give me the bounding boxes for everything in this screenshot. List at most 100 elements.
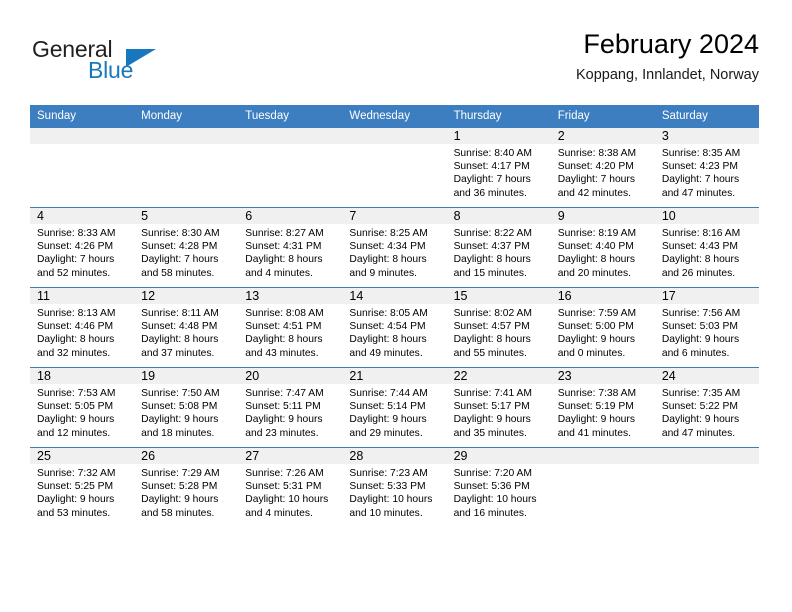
day-detail-line: Sunrise: 8:16 AM: [661, 228, 741, 239]
day-detail-line: Sunrise: 8:19 AM: [557, 228, 637, 239]
day-detail-line: Sunrise: 7:23 AM: [349, 468, 428, 479]
calendar-day-cell[interactable]: 8 Sunrise: 8:22 AM Sunset: 4:37 PM Daylight…: [446, 207, 551, 288]
calendar-day-cell[interactable]: 5 Sunrise: 8:30 AM Sunset: 4:28 PM Daylight…: [134, 207, 239, 288]
day-number: 25: [30, 448, 135, 464]
calendar-day-cell[interactable]: 26 Sunrise: 7:29 AM Sunset: 5:28 PM Dayligh…: [134, 447, 239, 527]
day-details: Sunrise: 7:50 AM Sunset: 5:08 PM Daylight:…: [134, 384, 238, 440]
day-number: 7: [342, 208, 447, 224]
day-detail-line: Daylight: 7 hours: [453, 174, 531, 186]
calendar-day-cell[interactable]: 17 Sunrise: 7:56 AM Sunset: 5:03 PM Dayligh…: [654, 287, 759, 368]
day-detail-line: Sunrise: 8:30 AM: [141, 228, 220, 239]
weekday-header-monday: Monday: [134, 105, 239, 128]
calendar-day-cell[interactable]: 15 Sunrise: 8:02 AM Sunset: 4:57 PM Dayligh…: [446, 287, 551, 368]
day-detail-line: Daylight: 8 hours: [557, 254, 635, 266]
day-detail-line: Sunrise: 7:41 AM: [453, 388, 532, 399]
day-number: 1: [446, 128, 551, 144]
calendar-day-cell[interactable]: 12 Sunrise: 8:11 AM Sunset: 4:48 PM Dayligh…: [134, 287, 239, 368]
day-detail-line: Sunset: 4:28 PM: [141, 241, 218, 253]
day-details: Sunrise: 7:56 AM Sunset: 5:03 PM Daylight:…: [655, 304, 759, 360]
calendar-day-cell[interactable]: 9 Sunrise: 8:19 AM Sunset: 4:40 PM Daylight…: [550, 207, 655, 288]
day-detail-line: Sunset: 5:22 PM: [661, 401, 738, 413]
calendar-day-cell[interactable]: 24 Sunrise: 7:35 AM Sunset: 5:22 PM Dayligh…: [654, 367, 759, 448]
day-detail-line: Sunset: 4:51 PM: [245, 321, 322, 333]
day-detail-line: and 37 minutes.: [141, 347, 215, 359]
day-number: 6: [238, 208, 343, 224]
day-detail-line: Sunrise: 8:25 AM: [349, 228, 428, 239]
day-detail-line: Daylight: 9 hours: [453, 414, 531, 426]
calendar-day-cell[interactable]: 29 Sunrise: 7:20 AM Sunset: 5:36 PM Dayligh…: [446, 447, 551, 527]
day-detail-line: Daylight: 8 hours: [37, 334, 115, 346]
calendar-day-cell[interactable]: 14 Sunrise: 8:05 AM Sunset: 4:54 PM Dayligh…: [342, 287, 447, 368]
calendar-day-cell[interactable]: 13 Sunrise: 8:08 AM Sunset: 4:51 PM Dayligh…: [238, 287, 343, 368]
day-number: 15: [446, 288, 551, 304]
day-detail-line: Sunset: 4:37 PM: [453, 241, 530, 253]
day-details: Sunrise: 8:27 AM Sunset: 4:31 PM Daylight:…: [238, 224, 342, 280]
day-detail-line: Sunset: 5:14 PM: [349, 401, 426, 413]
day-detail-line: Sunrise: 8:33 AM: [37, 228, 116, 239]
day-detail-line: Sunrise: 7:59 AM: [557, 308, 637, 319]
day-detail-line: Daylight: 9 hours: [557, 334, 635, 346]
day-details: Sunrise: 8:16 AM Sunset: 4:43 PM Daylight:…: [655, 224, 759, 280]
day-detail-line: and 41 minutes.: [557, 427, 631, 439]
calendar-day-cell[interactable]: 4 Sunrise: 8:33 AM Sunset: 4:26 PM Daylight…: [30, 207, 135, 288]
calendar-day-cell[interactable]: 28 Sunrise: 7:23 AM Sunset: 5:33 PM Dayligh…: [342, 447, 447, 527]
day-detail-line: Sunset: 4:20 PM: [557, 161, 634, 173]
brand-name-blue: Blue: [88, 57, 134, 83]
calendar-day-cell[interactable]: 27 Sunrise: 7:26 AM Sunset: 5:31 PM Dayligh…: [238, 447, 343, 527]
calendar-day-cell[interactable]: 19 Sunrise: 7:50 AM Sunset: 5:08 PM Dayligh…: [134, 367, 239, 448]
day-details: Sunrise: 7:23 AM Sunset: 5:33 PM Daylight:…: [342, 464, 446, 520]
calendar-day-cell[interactable]: 3 Sunrise: 8:35 AM Sunset: 4:23 PM Daylight…: [654, 128, 759, 208]
day-details: [30, 144, 134, 147]
day-detail-line: Sunset: 4:26 PM: [37, 241, 114, 253]
calendar-day-cell[interactable]: 6 Sunrise: 8:27 AM Sunset: 4:31 PM Daylight…: [238, 207, 343, 288]
day-detail-line: and 15 minutes.: [453, 267, 527, 279]
calendar-day-cell[interactable]: 10 Sunrise: 8:16 AM Sunset: 4:43 PM Dayligh…: [654, 207, 759, 288]
day-detail-line: Daylight: 8 hours: [245, 334, 323, 346]
day-detail-line: Sunrise: 8:13 AM: [37, 308, 116, 319]
calendar-day-cell[interactable]: 11 Sunrise: 8:13 AM Sunset: 4:46 PM Dayligh…: [30, 287, 135, 368]
day-detail-line: Sunrise: 7:53 AM: [37, 388, 116, 399]
day-detail-line: and 49 minutes.: [349, 347, 423, 359]
day-detail-line: and 4 minutes.: [245, 267, 313, 279]
calendar-day-cell[interactable]: 7 Sunrise: 8:25 AM Sunset: 4:34 PM Daylight…: [342, 207, 447, 288]
calendar-day-cell[interactable]: 1 Sunrise: 8:40 AM Sunset: 4:17 PM Daylight…: [446, 128, 551, 208]
day-number: 29: [446, 448, 551, 464]
day-detail-line: Sunset: 4:54 PM: [349, 321, 426, 333]
day-number: 3: [654, 128, 759, 144]
day-number: 22: [446, 368, 551, 384]
calendar-day-cell[interactable]: 18 Sunrise: 7:53 AM Sunset: 5:05 PM Dayligh…: [30, 367, 135, 448]
calendar-day-cell[interactable]: 23 Sunrise: 7:38 AM Sunset: 5:19 PM Dayligh…: [550, 367, 655, 448]
calendar-day-cell[interactable]: 2 Sunrise: 8:38 AM Sunset: 4:20 PM Daylight…: [550, 128, 655, 208]
day-detail-line: and 12 minutes.: [37, 427, 111, 439]
calendar-day-cell[interactable]: 22 Sunrise: 7:41 AM Sunset: 5:17 PM Dayligh…: [446, 367, 551, 448]
calendar-empty-cell: [342, 128, 447, 208]
page-subtitle: Koppang, Innlandet, Norway: [576, 67, 759, 83]
day-detail-line: and 47 minutes.: [661, 187, 736, 199]
day-detail-line: Daylight: 10 hours: [453, 494, 537, 506]
day-detail-line: Sunrise: 8:02 AM: [453, 308, 532, 319]
calendar-day-cell[interactable]: 21 Sunrise: 7:44 AM Sunset: 5:14 PM Dayligh…: [342, 367, 447, 448]
calendar-day-cell[interactable]: 20 Sunrise: 7:47 AM Sunset: 5:11 PM Dayligh…: [238, 367, 343, 448]
weekday-header-wednesday: Wednesday: [342, 105, 447, 128]
day-detail-line: Daylight: 8 hours: [349, 334, 427, 346]
day-detail-line: Daylight: 8 hours: [453, 254, 531, 266]
weekday-header-friday: Friday: [550, 105, 655, 128]
calendar-day-cell[interactable]: 16 Sunrise: 7:59 AM Sunset: 5:00 PM Dayligh…: [550, 287, 655, 368]
calendar-empty-cell: [238, 128, 343, 208]
day-detail-line: Sunrise: 8:38 AM: [557, 148, 637, 159]
day-detail-line: Daylight: 9 hours: [141, 494, 219, 506]
day-detail-line: Daylight: 9 hours: [557, 414, 635, 426]
day-details: Sunrise: 7:32 AM Sunset: 5:25 PM Daylight:…: [30, 464, 134, 520]
day-number: 8: [446, 208, 551, 224]
day-detail-line: and 20 minutes.: [557, 267, 631, 279]
day-detail-line: and 53 minutes.: [37, 507, 111, 519]
calendar-day-cell[interactable]: 25 Sunrise: 7:32 AM Sunset: 5:25 PM Dayligh…: [30, 447, 135, 527]
day-number: 13: [238, 288, 343, 304]
day-details: Sunrise: 8:40 AM Sunset: 4:17 PM Daylight:…: [447, 144, 551, 200]
calendar-week-row: 25 Sunrise: 7:32 AM Sunset: 5:25 PM Dayligh…: [30, 447, 759, 527]
day-detail-line: and 4 minutes.: [245, 507, 313, 519]
day-detail-line: and 32 minutes.: [37, 347, 111, 359]
day-details: [238, 144, 342, 147]
calendar-empty-cell: [134, 128, 239, 208]
day-details: Sunrise: 8:35 AM Sunset: 4:23 PM Daylight:…: [655, 144, 759, 200]
